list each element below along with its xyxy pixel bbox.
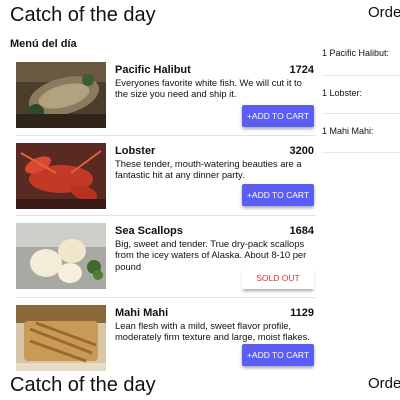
halibut-photo [16,62,106,128]
add-to-cart-button[interactable]: +ADD TO CART [242,105,314,127]
sold-out-label: SOLD OUT [242,267,314,289]
menu-item-mahi-mahi: Mahi Mahi 1129 Lean flesh with a mild, s… [16,298,316,379]
item-description: Everyones favorite white fish. We will c… [115,77,302,100]
fish-image [16,143,106,209]
mahi-mahi-photo [16,305,106,371]
menu-item-lobster: Lobster 3200 These tender, mouth-waterin… [16,136,316,216]
fish-image [16,62,106,128]
fish-image [16,305,106,371]
item-description: These tender, mouth-watering beauties ar… [115,158,302,181]
item-price: 3200 [289,145,314,157]
order-line: 1 Pacific Halibut: [322,36,400,76]
menu-item-pacific-halibut: Pacific Halibut 1724 Everyones favorite … [16,55,316,136]
page-title-repeat: Catch of the day [10,374,156,396]
fish-image [16,223,106,289]
item-name: Mahi Mahi [115,307,169,319]
add-to-cart-button[interactable]: +ADD TO CART [242,344,314,366]
item-price: 1724 [289,64,314,76]
menu-item-sea-scallops: Sea Scallops 1684 Big, sweet and tender.… [16,216,316,298]
order-line: 1 Mahi Mahi: [322,114,400,153]
lobster-photo [16,143,106,209]
item-name: Pacific Halibut [115,64,191,76]
page-title: Catch of the day [10,4,156,26]
menu-subtitle: Menú del día [10,38,77,50]
item-price: 1684 [289,225,314,237]
item-name: Lobster [115,145,156,157]
menu-list: Pacific Halibut 1724 Everyones favorite … [16,55,316,379]
order-panel: 1 Pacific Halibut: 1 Lobster: 1 Mahi Mah… [322,36,400,153]
add-to-cart-button[interactable]: +ADD TO CART [242,184,314,206]
order-line: 1 Lobster: [322,76,400,114]
order-title-repeat: Order [368,375,400,392]
scallops-photo [16,223,106,289]
item-description: Lean flesh with a mild, sweet flavor pro… [115,320,310,343]
item-name: Sea Scallops [115,225,183,237]
item-price: 1129 [290,307,314,319]
order-title: Order [368,4,400,21]
